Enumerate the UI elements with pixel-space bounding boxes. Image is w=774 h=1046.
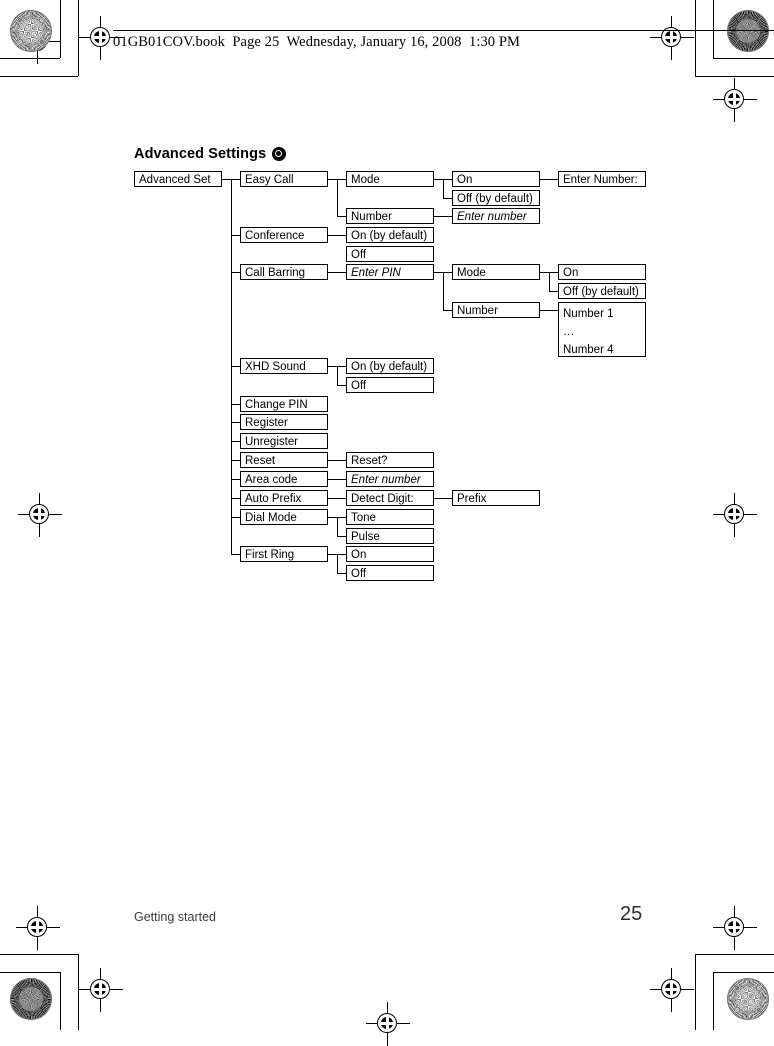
tree-connector (231, 441, 240, 443)
tree-connector (549, 291, 558, 293)
tree-node-barring-mode-on: On (558, 264, 646, 280)
tree-node-reset: Reset (240, 452, 328, 468)
tree-connector (337, 216, 346, 218)
tree-connector (443, 179, 445, 198)
tree-node-enter-pin: Enter PIN (346, 264, 434, 280)
tree-connector (231, 460, 240, 462)
tree-connector (337, 554, 339, 573)
tree-connector (434, 179, 443, 181)
tree-connector (328, 554, 337, 556)
tree-connector (231, 517, 240, 519)
tree-node-enter-number-colon: Enter Number: (558, 171, 646, 187)
tree-connector (337, 573, 346, 575)
tree-node-easycall-mode-off: Off (by default) (452, 190, 540, 206)
tree-connector (231, 554, 240, 556)
tree-connector (231, 179, 240, 181)
tree-connector (443, 179, 452, 181)
tree-node-unregister: Unregister (240, 433, 328, 449)
tree-connector (231, 498, 240, 500)
tree-connector (540, 310, 558, 312)
tree-connector (337, 517, 339, 536)
tree-connector (337, 554, 346, 556)
tree-node-change-pin: Change PIN (240, 396, 328, 412)
tree-node-call-barring: Call Barring (240, 264, 328, 280)
tree-node-prefix: Prefix (452, 490, 540, 506)
tree-node-number-list: Number 1 … Number 4 (558, 302, 646, 357)
tree-node-area-enter-number: Enter number (346, 471, 434, 487)
tree-connector (231, 366, 240, 368)
tree-node-register: Register (240, 414, 328, 430)
menu-tree-diagram: Advanced Set Easy Call Conference Call Barr… (0, 0, 774, 1030)
tree-connector (337, 385, 346, 387)
tree-connector (337, 536, 346, 538)
tree-node-xhd-sound: XHD Sound (240, 358, 328, 374)
tree-node-advanced-set: Advanced Set (134, 171, 222, 187)
tree-connector (328, 479, 346, 481)
tree-node-dial-pulse: Pulse (346, 528, 434, 544)
tree-node-reset-q: Reset? (346, 452, 434, 468)
tree-connector (443, 198, 452, 200)
tree-node-barring-mode-off: Off (by default) (558, 283, 646, 299)
tree-node-conference: Conference (240, 227, 328, 243)
tree-connector (540, 272, 549, 274)
footer-section-label: Getting started (134, 910, 216, 924)
tree-connector (337, 179, 339, 216)
tree-node-easycall-number: Number (346, 208, 434, 224)
tree-node-first-ring: First Ring (240, 546, 328, 562)
tree-connector (434, 272, 443, 274)
tree-connector (231, 272, 240, 274)
tree-connector (337, 366, 346, 368)
tree-connector (443, 310, 452, 312)
tree-node-detect-digit: Detect Digit: (346, 490, 434, 506)
footer-page-number: 25 (620, 903, 643, 925)
tree-node-easy-call: Easy Call (240, 171, 328, 187)
tree-node-conf-on: On (by default) (346, 227, 434, 243)
tree-node-firstring-on: On (346, 546, 434, 562)
tree-node-dial-tone: Tone (346, 509, 434, 525)
tree-connector (231, 404, 240, 406)
tree-node-easycall-num-val: Enter number (452, 208, 540, 224)
tree-node-area-code: Area code (240, 471, 328, 487)
tree-connector (328, 517, 337, 519)
tree-connector (540, 179, 558, 181)
tree-node-barring-mode: Mode (452, 264, 540, 280)
tree-connector (328, 498, 346, 500)
tree-node-auto-prefix: Auto Prefix (240, 490, 328, 506)
tree-connector (328, 460, 346, 462)
tree-connector (443, 272, 445, 310)
tree-connector (549, 272, 558, 274)
tree-connector (231, 422, 240, 424)
tree-connector (549, 272, 551, 291)
tree-connector (337, 517, 346, 519)
tree-node-xhd-on: On (by default) (346, 358, 434, 374)
tree-node-conf-off: Off (346, 246, 434, 262)
tree-connector (328, 235, 346, 237)
tree-node-xhd-off: Off (346, 377, 434, 393)
tree-connector (328, 366, 337, 368)
tree-connector (434, 216, 452, 218)
tree-connector (337, 366, 339, 385)
tree-node-barring-number: Number (452, 302, 540, 318)
tree-connector (434, 498, 452, 500)
tree-node-firstring-off: Off (346, 565, 434, 581)
tree-connector (328, 272, 346, 274)
tree-connector (231, 235, 240, 237)
tree-node-easycall-mode-on: On (452, 171, 540, 187)
tree-connector (231, 479, 240, 481)
tree-node-easycall-mode: Mode (346, 171, 434, 187)
tree-node-dial-mode: Dial Mode (240, 509, 328, 525)
tree-connector (443, 272, 452, 274)
